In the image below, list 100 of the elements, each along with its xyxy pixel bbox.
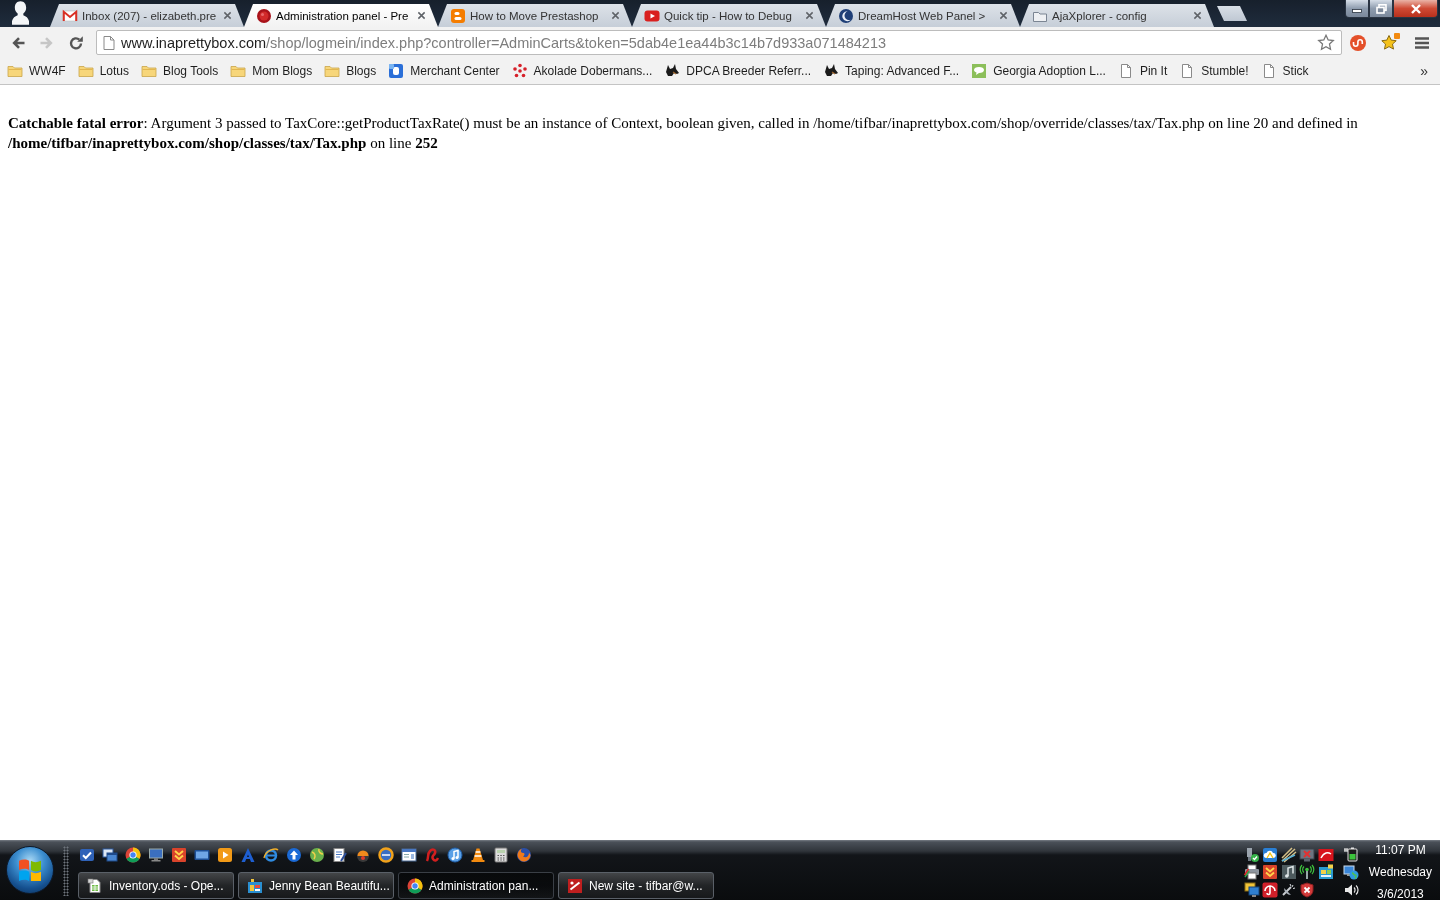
browser-tab[interactable]: Inbox (207) - elizabeth.pre: [50, 4, 244, 27]
moon-icon: [838, 7, 854, 24]
flag-icon: [18, 859, 42, 881]
peak-logo-icon[interactable]: [240, 847, 256, 863]
taskbar-grip[interactable]: [63, 846, 69, 896]
monitor-error-icon[interactable]: [1299, 846, 1316, 863]
battery-plug-icon[interactable]: [1342, 846, 1359, 862]
spreadsheet-icon: [87, 877, 103, 894]
clock-day: Wednesday: [1368, 864, 1432, 879]
bookmark-item[interactable]: Pin It: [1113, 61, 1172, 81]
close-icon[interactable]: [223, 11, 232, 20]
calculator-icon[interactable]: [493, 847, 509, 863]
taskbar-button[interactable]: Inventory.ods - Ope...: [78, 872, 234, 899]
download-arrows-icon[interactable]: [171, 847, 187, 863]
browser-tab[interactable]: Quick tip - How to Debug: [632, 4, 826, 27]
address-bar[interactable]: www.inaprettybox.com/shop/logmein/index.php?controller=AdminCarts&token=5dab4e1ea44b3c14b7d933a071484213: [96, 30, 1342, 55]
bookmark-item[interactable]: Stumble!: [1175, 61, 1253, 81]
segmented-circle-icon[interactable]: [125, 847, 141, 863]
tiles-app-icon: [247, 877, 263, 894]
rounded-tile-icon: [450, 7, 466, 24]
envelope-icon: [62, 7, 78, 24]
striped-fan-icon[interactable]: [1280, 846, 1297, 863]
close-icon: [1409, 3, 1422, 14]
window-tiles-icon[interactable]: [1317, 864, 1334, 880]
bookmark-item[interactable]: Stick: [1256, 61, 1313, 81]
close-icon[interactable]: [417, 11, 426, 20]
more-bookmarks-button[interactable]: »: [1416, 62, 1432, 80]
restore-button[interactable]: [1369, 0, 1393, 18]
display-icon[interactable]: [194, 847, 210, 863]
folder-icon: [7, 63, 23, 79]
taskbar-button[interactable]: New site - tifbar@w...: [558, 872, 714, 899]
stacked-windows-icon[interactable]: [102, 847, 118, 863]
music-note-icon[interactable]: [1280, 864, 1297, 880]
bookmark-item[interactable]: Mom Blogs: [226, 61, 317, 81]
printer-icon[interactable]: [1243, 864, 1260, 880]
speech-bubble-icon: [971, 63, 988, 79]
slash-tile-icon: [567, 877, 583, 894]
shield-x-icon[interactable]: [1299, 881, 1316, 898]
traffic-cone-icon[interactable]: [470, 847, 486, 863]
folder-icon: [141, 63, 157, 79]
star-icon[interactable]: [1317, 33, 1335, 52]
browser-tab[interactable]: How to Move Prestashop: [438, 4, 632, 27]
close-icon[interactable]: [805, 11, 814, 20]
menu-icon: [1415, 36, 1429, 49]
browser-tab[interactable]: DreamHost Web Panel >: [826, 4, 1020, 27]
play-icon[interactable]: [217, 847, 233, 863]
umbrella-icon[interactable]: [1262, 881, 1279, 898]
bookmark-item[interactable]: Lotus: [73, 61, 133, 81]
bookmark-item[interactable]: Akolade Dobermans...: [507, 61, 657, 81]
segmented-circle-icon: [407, 877, 423, 894]
close-icon[interactable]: [611, 11, 620, 20]
tile-icon: [388, 63, 405, 79]
close-icon[interactable]: [999, 11, 1008, 20]
profile-silhouette-icon[interactable]: [12, 0, 29, 25]
cloud-box-icon[interactable]: [1262, 846, 1279, 863]
network-globe-icon[interactable]: [1342, 864, 1359, 880]
taskbar-button[interactable]: Administration pan...: [398, 872, 554, 899]
check-box-icon[interactable]: [79, 847, 95, 863]
error-message: Catchable fatal error: Argument 3 passed to TaxCore::getProductTaxRate() must be an instance of Context, boolean given, called in /home/tifbar/inaprettybox.com/shop/override/classes/tax/Tax.php on line 20 and defined in /home/tifbar/inaprettybox.com/shop/classes/tax/Tax.php on line 252: [8, 114, 1359, 153]
bookmark-item[interactable]: WW4F: [3, 61, 70, 81]
satellite-dish-icon[interactable]: [1280, 881, 1297, 898]
minimize-icon: [1352, 9, 1362, 13]
new-tab-button[interactable]: [1217, 6, 1247, 21]
seal-icon: [256, 7, 272, 24]
bookmark-item[interactable]: Merchant Center: [384, 61, 504, 81]
start-button[interactable]: [6, 846, 54, 894]
folder-icon: [230, 63, 247, 79]
browser-tab[interactable]: Administration panel - Pre: [244, 4, 438, 27]
reload-icon: [67, 34, 84, 51]
squiggle-icon[interactable]: [424, 847, 440, 863]
close-icon[interactable]: [1193, 11, 1202, 20]
notepad-icon[interactable]: [332, 847, 348, 863]
browser-tab[interactable]: AjaXplorer - config: [1020, 4, 1214, 27]
monitor-icon[interactable]: [148, 847, 164, 863]
swirl-disc-icon: [1350, 34, 1366, 51]
bookmark-item[interactable]: Blog Tools: [137, 61, 223, 81]
restore-icon: [1375, 3, 1387, 14]
monitors-icon[interactable]: [1243, 881, 1260, 898]
music-disc-icon[interactable]: [447, 847, 463, 863]
dome-icon[interactable]: [355, 847, 371, 863]
clock-time: 11:07 PM: [1375, 842, 1426, 857]
speaker-icon[interactable]: [1342, 882, 1359, 898]
bookmark-item[interactable]: Georgia Adoption L...: [967, 61, 1110, 81]
url-text: www.inaprettybox.com/shop/logmein/index.php?controller=AdminCarts&token=5dab4e1ea44b3c14b7d933a071484213: [121, 34, 886, 51]
download-arrows-icon[interactable]: [1262, 864, 1279, 880]
window-icon[interactable]: [401, 847, 417, 863]
bookmark-item[interactable]: Taping: Advanced F...: [819, 61, 964, 81]
taskbar-button[interactable]: Jenny Bean Beautifu...: [238, 872, 394, 899]
bookmark-item[interactable]: DPCA Breeder Referr...: [660, 61, 816, 81]
globe-icon[interactable]: [309, 847, 325, 863]
ring-orbit-icon[interactable]: [263, 847, 279, 863]
wrapped-globe-icon[interactable]: [516, 847, 532, 863]
swoosh-tile-icon[interactable]: [1317, 846, 1334, 863]
bookmark-item[interactable]: Blogs: [320, 61, 381, 81]
ring-icon[interactable]: [378, 847, 394, 863]
star-badge-icon: [1380, 33, 1400, 52]
antenna-icon[interactable]: [1299, 864, 1316, 880]
dog-head-icon: [664, 63, 681, 79]
minimize-button[interactable]: [1345, 0, 1369, 18]
close-button[interactable]: [1393, 0, 1438, 18]
